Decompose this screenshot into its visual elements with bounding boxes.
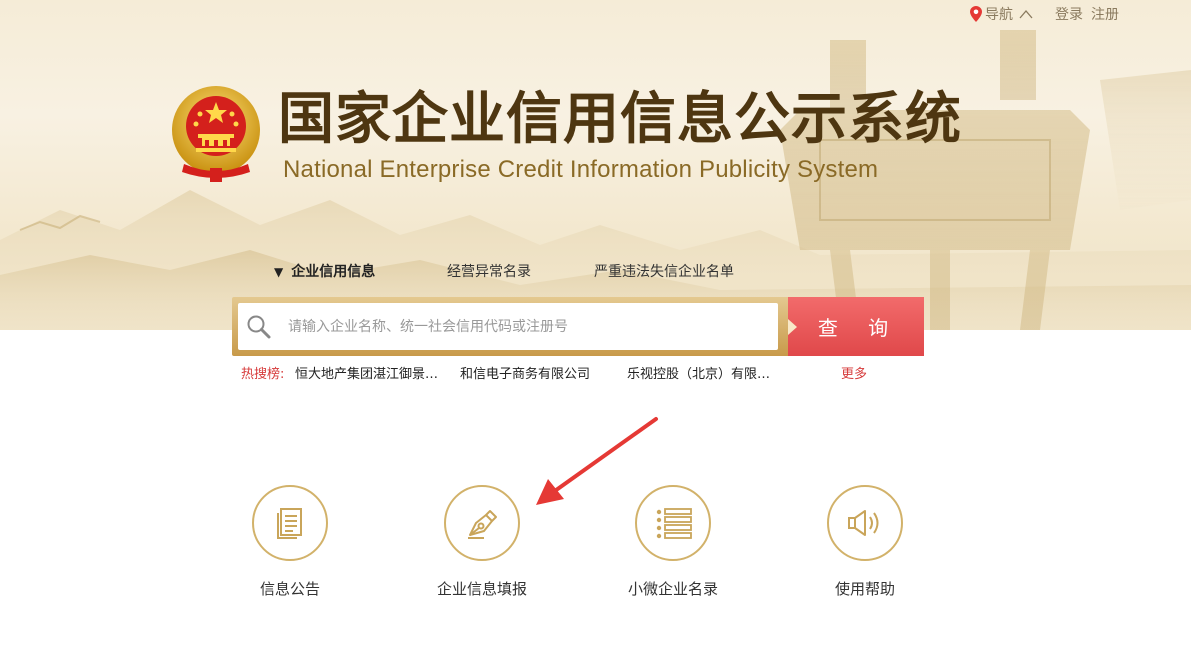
hot-search-item[interactable]: 和信电子商务有限公司	[460, 366, 590, 384]
feature-label: 企业信息填报	[436, 580, 527, 598]
feature-circle	[444, 485, 520, 561]
navigation-toggle[interactable]: 导航	[970, 4, 1033, 24]
tab-label: 严重违法失信企业名单	[594, 264, 734, 280]
search-bar: 查 询	[232, 297, 924, 356]
list-icon	[656, 508, 692, 539]
search-frame	[232, 297, 788, 356]
hot-search-item[interactable]: 恒大地产集团湛江御景…	[295, 366, 438, 384]
search-button[interactable]: 查 询	[788, 297, 924, 356]
tab-serious-violation-list[interactable]: 严重违法失信企业名单	[594, 258, 734, 286]
search-input[interactable]	[286, 305, 760, 348]
site-title-chinese: 国家企业信用信息公示系统	[278, 87, 962, 152]
hot-search-more-link[interactable]: 更多	[841, 366, 867, 384]
feature-enterprise-info-report[interactable]: 企业信息填报	[402, 485, 562, 599]
tab-label: 企业信用信息	[291, 264, 376, 280]
search-icon	[247, 315, 271, 338]
feature-label: 小微企业名录	[627, 580, 718, 598]
search-tabs: ▼ 企业信用信息 经营异常名录 严重违法失信企业名单	[0, 258, 1191, 286]
top-links: 导航 登录 注册	[970, 4, 1119, 24]
search-inner	[238, 303, 778, 350]
feature-small-micro-enterprise-list[interactable]: 小微企业名录	[593, 485, 753, 599]
login-link[interactable]: 登录	[1055, 4, 1083, 24]
nav-label: 导航	[985, 7, 1013, 23]
search-button-notch	[788, 319, 797, 335]
hot-search-item[interactable]: 乐视控股（北京）有限…	[627, 366, 770, 384]
register-link[interactable]: 注册	[1091, 4, 1119, 24]
feature-circle	[635, 485, 711, 561]
feature-label: 信息公告	[259, 580, 320, 598]
feature-circle	[252, 485, 328, 561]
site-title-english: National Enterprise Credit Information P…	[283, 156, 879, 183]
document-icon	[277, 508, 302, 539]
tab-enterprise-credit-info[interactable]: ▼ 企业信用信息	[274, 258, 375, 286]
speaker-icon	[848, 510, 879, 536]
feature-help[interactable]: 使用帮助	[785, 485, 945, 599]
feature-circle	[827, 485, 903, 561]
pen-nib-icon	[468, 510, 497, 539]
feature-label: 使用帮助	[834, 580, 895, 598]
hot-search-label: 热搜榜:	[241, 367, 285, 382]
header-banner: 导航 登录 注册 国家企业信用信息公示系统 National Enterpris…	[0, 0, 1191, 330]
tab-label: 经营异常名录	[447, 264, 531, 280]
tab-abnormal-operation-list[interactable]: 经营异常名录	[447, 258, 531, 286]
national-emblem-logo	[172, 86, 260, 182]
feature-info-announcement[interactable]: 信息公告	[210, 485, 370, 599]
location-pin-icon	[970, 6, 982, 22]
triangle-down-icon: ▼	[274, 265, 284, 279]
chevron-up-icon	[1019, 10, 1033, 19]
